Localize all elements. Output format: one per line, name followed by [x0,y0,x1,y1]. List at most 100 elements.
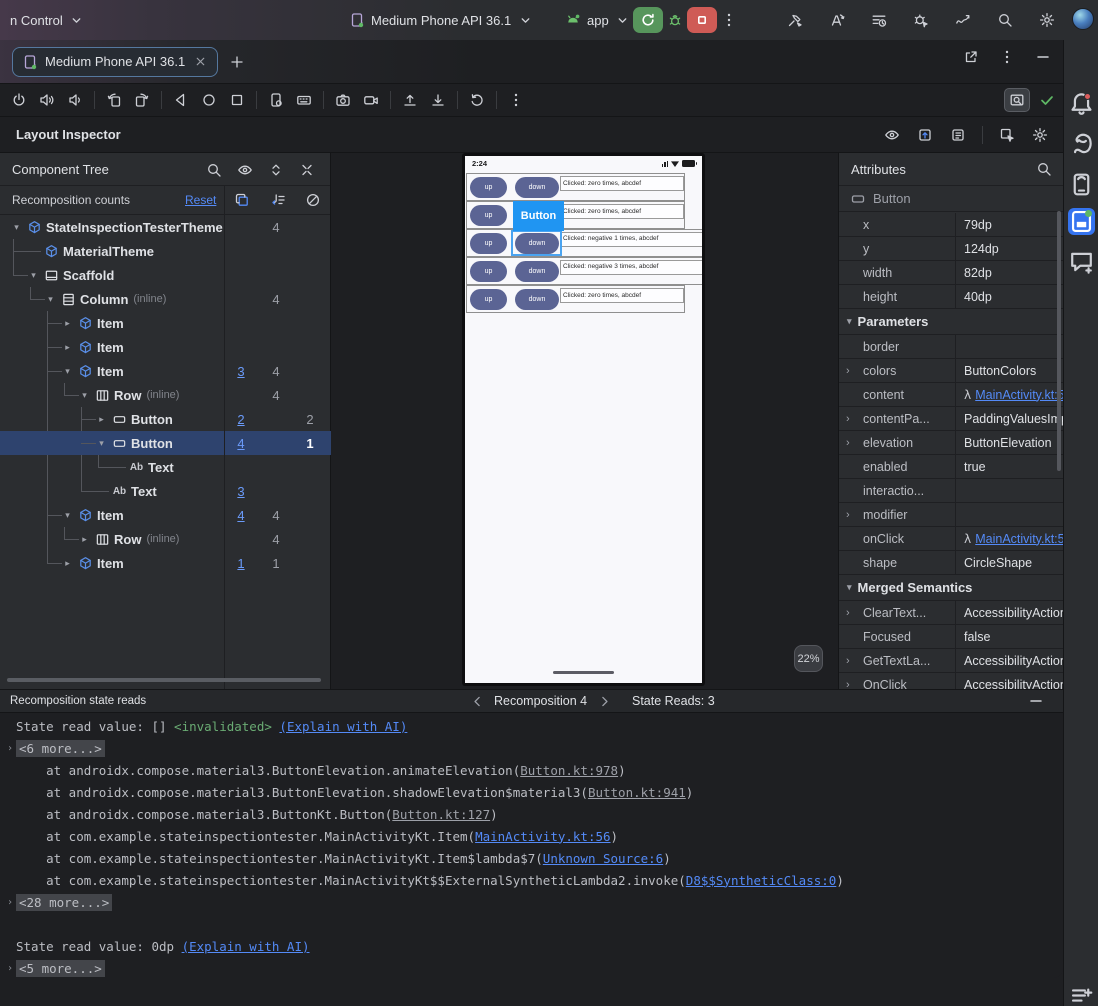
build-run-icon[interactable] [786,11,804,29]
view-options-icon[interactable] [236,161,254,179]
attribute-row[interactable]: interactio... [839,479,1063,503]
expander-chevron-icon[interactable]: › [7,897,16,908]
attribute-row[interactable]: x 79dp [839,213,1063,237]
screen-record-icon[interactable] [362,91,380,109]
tree-row[interactable]: ▸ Item [0,311,331,335]
zoom-level-badge[interactable]: 22% [794,645,823,672]
prev-recomposition-button[interactable] [468,692,486,710]
debug-attach-icon[interactable] [912,11,930,29]
attribute-row[interactable]: › GetTextLa... AccessibilityAction [839,649,1063,673]
next-recomposition-button[interactable] [595,692,613,710]
tree-row[interactable]: ▾ Column (inline) 4 [0,287,331,311]
check-icon[interactable] [1038,91,1056,109]
tree-row[interactable]: ▸ Item 1 1 [0,551,331,575]
home-icon[interactable] [200,91,218,109]
attribute-row[interactable]: height 40dp [839,285,1063,309]
copy-counts-icon[interactable] [233,191,251,209]
stop-button[interactable] [687,7,717,33]
back-icon[interactable] [172,91,190,109]
search-icon[interactable] [205,161,223,179]
tree-row[interactable]: ▾ Item 4 4 [0,503,331,527]
stack-link[interactable]: D8$$SyntheticClass:0 [686,873,837,888]
snapshots-icon[interactable] [468,91,486,109]
up-button[interactable]: up [470,177,507,198]
up-button[interactable]: up [470,233,507,254]
tree-horizontal-scrollbar[interactable] [7,678,321,682]
disable-counts-icon[interactable] [304,191,322,209]
attribute-row[interactable]: shape CircleShape [839,551,1063,575]
sidebar-item-notifications[interactable] [1068,90,1095,117]
tree-row[interactable]: MaterialTheme [0,239,331,263]
attribute-row[interactable]: border [839,335,1063,359]
layout-inspector-toggle-button[interactable] [1004,88,1030,112]
open-in-window-icon[interactable] [962,48,980,66]
debug-icon[interactable] [666,11,684,29]
reset-counts-link[interactable]: Reset [185,193,216,207]
sidebar-item-device-manager[interactable] [1068,171,1095,198]
attribute-row[interactable]: enabled true [839,455,1063,479]
run-configuration[interactable]: app [556,6,640,34]
stack-link[interactable]: (Explain with AI) [182,939,310,954]
tree-row[interactable]: ▾ Scaffold [0,263,331,287]
rotate-right-icon[interactable] [133,91,151,109]
up-button[interactable]: up [470,205,507,226]
down-button[interactable]: down [515,177,559,198]
settings-icon[interactable] [1031,126,1049,144]
chevron-collapsed-icon[interactable]: › [846,607,850,619]
stack-link[interactable]: MainActivity.kt:56 [475,829,610,844]
device-settings-icon[interactable] [267,91,285,109]
expand-all-icon[interactable] [267,161,285,179]
attribute-row[interactable]: › modifier [839,503,1063,527]
add-tab-button[interactable] [228,53,246,71]
profiler-icon[interactable] [954,11,972,29]
tree-row[interactable]: ▸ Item [0,335,331,359]
sidebar-item-scroll-options[interactable] [1068,982,1095,1006]
tree-row[interactable]: Ab Text 3 [0,479,331,503]
tree-row[interactable]: ▸ Button 2 2 [0,407,331,431]
recomposition-count-link[interactable]: 4 [224,436,258,451]
layer-list-icon[interactable] [949,126,967,144]
source-location-link[interactable]: MainActivity.kt:59 [975,388,1063,402]
expander-chevron-icon[interactable]: › [7,963,16,974]
sidebar-item-gradle[interactable] [1068,131,1095,158]
attribute-row[interactable]: onClick λ MainActivity.kt:57 [839,527,1063,551]
download-icon[interactable] [429,91,447,109]
chevron-collapsed-icon[interactable]: › [846,437,850,449]
collapse-all-icon[interactable] [298,161,316,179]
tree-row[interactable]: ▾ Row (inline) 4 [0,383,331,407]
avatar[interactable] [1072,8,1094,30]
down-button[interactable]: down [515,261,559,282]
attribute-row[interactable]: Focused false [839,625,1063,649]
rerun-button[interactable] [633,7,663,33]
stack-link[interactable]: Button.kt:978 [520,763,618,778]
up-button[interactable]: up [470,261,507,282]
power-icon[interactable] [10,91,28,109]
stack-link[interactable]: Unknown Source:6 [543,851,663,866]
virtual-keyboard-icon[interactable] [295,91,313,109]
attribute-row[interactable]: › OnClick AccessibilityAction [839,673,1063,689]
select-component-icon[interactable] [998,126,1016,144]
attribute-row[interactable]: y 124dp [839,237,1063,261]
stack-expander[interactable]: <5 more...> [16,959,105,977]
chevron-collapsed-icon[interactable]: › [846,655,850,667]
recomposition-count-link[interactable]: 2 [224,412,258,427]
tab-medium-phone[interactable]: Medium Phone API 36.1 [12,46,219,77]
stack-link[interactable]: Button.kt:127 [392,807,490,822]
minimize-panel-button[interactable] [1027,692,1045,710]
volume-down-icon[interactable] [66,91,84,109]
more-vertical-icon[interactable] [998,48,1016,66]
tree-row[interactable]: ▸ Row (inline) 4 [0,527,331,551]
attributes-scrollbar[interactable] [1057,211,1061,471]
rotate-left-icon[interactable] [105,91,123,109]
stack-link[interactable]: (Explain with AI) [279,719,407,734]
stack-link[interactable]: Button.kt:941 [588,785,686,800]
chevron-expanded-icon[interactable]: ▾ [8,222,25,233]
tree-row[interactable]: ▾ StateInspectionTesterTheme 4 [0,215,331,239]
attribute-row[interactable]: › colors ButtonColors [839,359,1063,383]
chevron-collapsed-icon[interactable]: › [846,679,850,689]
attribute-row[interactable]: width 82dp [839,261,1063,285]
recomposition-count-link[interactable]: 3 [224,364,258,379]
sidebar-item-ai-chat[interactable] [1068,248,1095,275]
close-icon[interactable] [191,53,209,71]
chevron-collapsed-icon[interactable]: › [846,365,850,377]
